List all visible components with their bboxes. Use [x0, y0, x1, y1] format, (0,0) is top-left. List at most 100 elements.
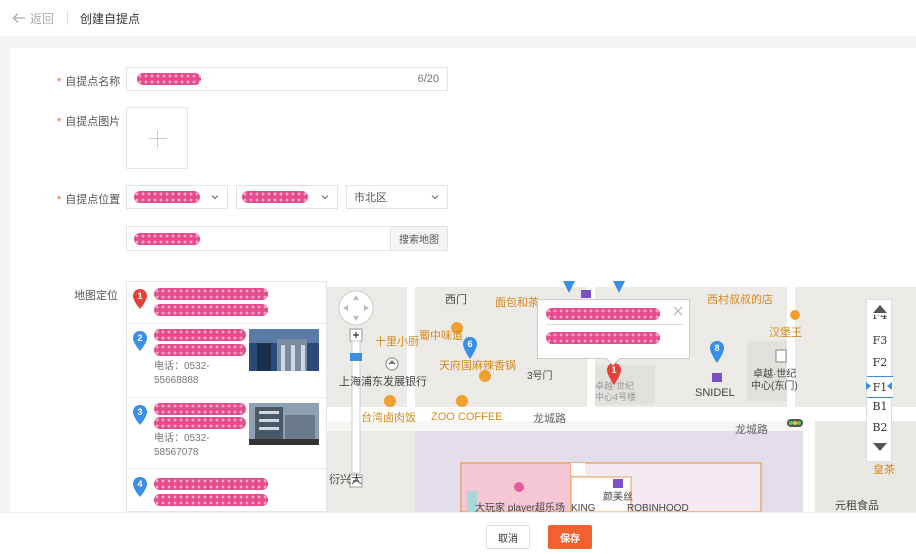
redacted-title — [546, 308, 660, 320]
redacted-address — [134, 232, 200, 245]
district-select[interactable]: 市北区 — [346, 185, 448, 209]
poi-label: 汉堡王 — [769, 327, 802, 339]
map-marker-blue[interactable]: 6 — [463, 337, 477, 359]
footer-bar: 取消 保存 — [0, 512, 916, 554]
blue-pin-icon: 3 — [133, 405, 147, 425]
back-button[interactable]: 返回 — [12, 10, 54, 27]
chevron-down-icon — [431, 195, 439, 200]
chevron-down-icon — [321, 195, 329, 200]
redacted-province — [134, 191, 200, 203]
map-marker-red[interactable]: 1 — [607, 363, 621, 385]
redacted-title — [154, 403, 246, 415]
poi-label: 衍兴大 — [329, 474, 362, 486]
poi-label: SNIDEL — [695, 387, 735, 399]
floor-item[interactable]: F2 — [867, 356, 893, 369]
poi-label: 蜀中味道 — [419, 330, 463, 342]
floor-item[interactable]: F3 — [867, 334, 893, 347]
plus-icon — [149, 138, 167, 139]
poi-label: 元租食品 — [835, 500, 879, 512]
result-list: 1 2 电话：0532-55668888 3 电话：0532-58567078 … — [126, 281, 327, 512]
shop-icon — [581, 290, 591, 298]
chevron-up-icon[interactable] — [873, 304, 887, 314]
poi-label: KING — [571, 503, 596, 512]
poi-label: 面包和茶 — [495, 297, 539, 309]
map-info-popup — [537, 299, 690, 366]
poi-label: 中心(东门) — [751, 381, 798, 392]
floor-item[interactable]: B2 — [867, 421, 893, 434]
redacted-title — [154, 288, 268, 300]
name-counter: 6/20 — [417, 73, 439, 85]
poi-label: ZOO COFFEE — [431, 411, 503, 423]
save-button[interactable]: 保存 — [548, 525, 592, 549]
poi-label: 中心4号楼 — [595, 392, 637, 402]
building-icon — [775, 349, 787, 363]
poi-label: 颜美丝 — [603, 492, 633, 503]
close-icon[interactable] — [673, 306, 683, 316]
cancel-button[interactable]: 取消 — [486, 525, 530, 549]
redacted-address — [154, 417, 246, 429]
blue-pin-icon: 2 — [133, 331, 147, 351]
city-select[interactable] — [236, 185, 338, 209]
coffee-icon — [456, 395, 468, 407]
restaurant-icon — [790, 310, 800, 320]
province-select[interactable] — [126, 185, 228, 209]
district-value: 市北区 — [354, 192, 387, 204]
image-upload-button[interactable] — [126, 107, 188, 169]
redacted-address — [546, 332, 660, 344]
chevron-down-icon — [211, 195, 219, 200]
poi-label: 西村叔叔的店 — [707, 294, 773, 306]
name-label: * 自提点名称 — [57, 76, 121, 88]
form-card: * 自提点名称 6/20 * 自提点图片 * 自提点位置 市北区 搜索地图 地图定位 — [10, 48, 916, 512]
poi-label: ROBINHOOD — [627, 503, 689, 512]
store-photo — [249, 329, 319, 371]
list-item[interactable]: 4 — [127, 470, 326, 511]
shop-icon — [712, 373, 722, 382]
floor-item[interactable]: F4 — [867, 315, 893, 321]
poi-label: 台湾卤肉饭 — [361, 412, 416, 424]
poi-label: 大玩家 player超乐场 — [475, 503, 566, 512]
redacted-name — [137, 73, 201, 85]
store-photo — [249, 403, 319, 445]
blue-pin-icon: 4 — [133, 477, 147, 497]
top-bar: 返回 创建自提点 — [0, 0, 916, 36]
map-label: 地图定位 — [74, 290, 118, 302]
arrow-left-icon — [12, 13, 25, 23]
phone-text: 电话：0532-55668888 — [154, 361, 210, 386]
chevron-down-icon[interactable] — [873, 442, 887, 452]
list-item[interactable]: 3 电话：0532-58567078 — [127, 399, 326, 469]
poi-label: 3号门 — [527, 371, 553, 382]
bank-icon — [385, 357, 399, 371]
poi-label: 皇茶 — [873, 464, 895, 476]
list-item[interactable]: 2 电话：0532-55668888 — [127, 324, 326, 398]
entertainment-icon — [514, 482, 524, 492]
address-input[interactable] — [126, 226, 391, 251]
map-marker-blue[interactable]: 8 — [710, 341, 724, 363]
phone-text: 电话：0532-58567078 — [154, 433, 210, 458]
poi-label: 上海浦东发展银行 — [339, 376, 427, 388]
floor-selector[interactable]: F4 F3 F2 F1 B1 B2 — [866, 299, 893, 462]
search-map-button[interactable]: 搜索地图 — [390, 226, 448, 251]
restaurant-icon — [384, 395, 396, 407]
list-item[interactable]: 1 — [127, 282, 326, 324]
redacted-address — [154, 304, 268, 316]
road-label: 龙城路 — [735, 424, 768, 436]
map-zoom-control[interactable] — [337, 289, 375, 489]
back-label: 返回 — [30, 11, 55, 26]
redacted-address — [154, 344, 246, 356]
red-pin-icon: 1 — [133, 289, 147, 309]
road-label: 龙城路 — [533, 413, 566, 425]
divider — [67, 11, 69, 25]
redacted-title — [154, 329, 246, 341]
redacted-address — [154, 494, 268, 506]
map-marker-blue[interactable] — [613, 281, 625, 293]
floor-item[interactable]: B1 — [867, 400, 893, 413]
poi-label: 天府国麻辣香锅 — [439, 360, 516, 372]
redacted-city — [242, 191, 308, 203]
location-label: * 自提点位置 — [57, 194, 121, 206]
poi-label: 十里小厨 — [375, 336, 419, 348]
poi-label: 西门 — [445, 294, 467, 306]
image-label: * 自提点图片 — [57, 116, 121, 128]
page-title: 创建自提点 — [80, 11, 141, 26]
map-marker-blue[interactable] — [563, 281, 575, 293]
name-input[interactable]: 6/20 — [126, 67, 448, 91]
